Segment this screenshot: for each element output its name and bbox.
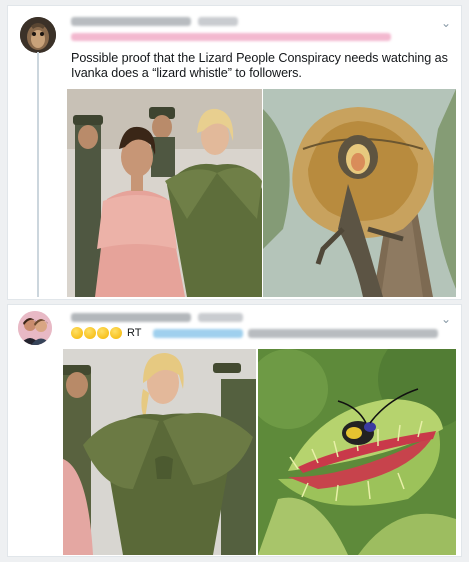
chevron-down-icon[interactable]: ⌄ — [441, 17, 451, 29]
tweet-photo-left[interactable] — [67, 89, 262, 297]
rofl-emoji — [110, 327, 122, 340]
chevron-down-icon[interactable]: ⌄ — [441, 313, 451, 325]
tweet-card-2[interactable]: ⌄ RT — [8, 305, 461, 556]
tweet-card-1[interactable]: ⌄ Possible proof that the Lizard People … — [8, 6, 461, 299]
avatar-image — [20, 17, 56, 53]
tweet-photo-right[interactable] — [258, 349, 456, 555]
retweet-line: RT — [71, 326, 141, 340]
avatar[interactable] — [20, 17, 56, 53]
tweet-photo-right[interactable] — [263, 89, 456, 297]
handle-redacted — [198, 17, 238, 26]
thread-line — [37, 52, 39, 297]
retweet-text-redacted — [248, 329, 438, 338]
reply-context-redacted — [71, 33, 391, 41]
handle-redacted — [198, 313, 243, 322]
display-name-redacted — [71, 17, 191, 26]
laughing-emoji — [97, 327, 109, 340]
avatar-image — [18, 311, 52, 345]
avatar[interactable] — [18, 311, 52, 345]
tweet-text: Possible proof that the Lizard People Co… — [71, 51, 448, 80]
display-name-redacted — [71, 313, 191, 322]
mention-redacted — [153, 329, 243, 338]
rofl-emoji — [84, 327, 96, 340]
laughing-emoji — [71, 327, 83, 340]
tweet-photo-left[interactable] — [63, 349, 256, 555]
rt-label: RT — [127, 327, 142, 339]
